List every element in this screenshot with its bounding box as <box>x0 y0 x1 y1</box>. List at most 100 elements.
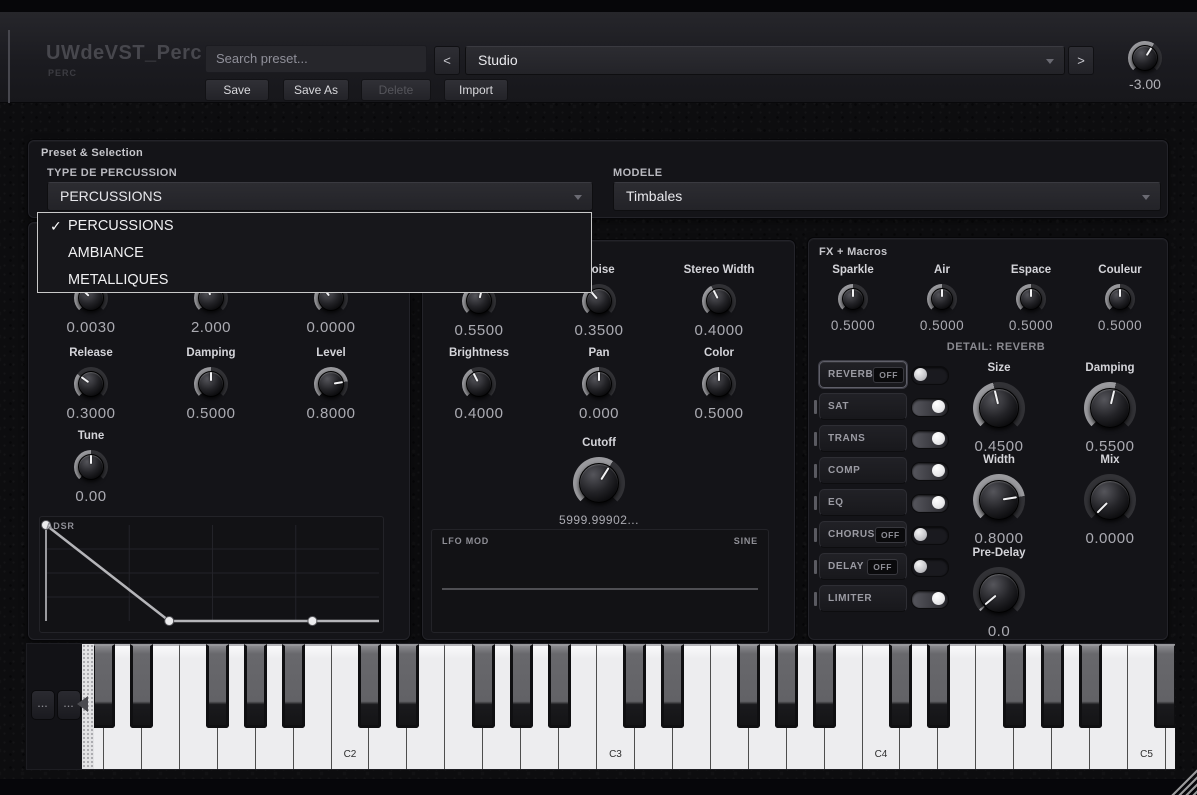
toggle-ball-icon <box>914 528 927 541</box>
reverb-width-dial[interactable] <box>973 474 1025 526</box>
toggle-ball-icon <box>914 368 927 381</box>
import-button[interactable]: Import <box>444 79 508 101</box>
octave-label: C3 <box>609 749 622 760</box>
piano-black-key-G#4[interactable] <box>1040 644 1064 728</box>
fx-reverb-button[interactable]: REVERB OFF <box>819 361 907 388</box>
fx-macros-panel: FX + Macros Sparkle 0.5000 Air 0.5000 Es… <box>808 238 1168 640</box>
tone-params-panel: 0.5500 Noise 0.3500 Stereo Width 0.4000 … <box>422 240 795 640</box>
reverb-mix-knob: Mix 0.0000 <box>1084 454 1136 547</box>
dropdown-option-percussions[interactable]: ✓ PERCUSSIONS <box>38 213 591 240</box>
fx-comp-button[interactable]: COMP <box>814 457 907 484</box>
reverb-predelay-dial[interactable] <box>973 567 1025 619</box>
octave-label: C2 <box>343 749 357 760</box>
espace-knob-dial[interactable] <box>1016 284 1046 314</box>
color-knob-dial[interactable] <box>702 367 736 401</box>
piano-black-key-A#2[interactable] <box>547 644 571 728</box>
keyboard-controls: ... ... <box>27 644 82 769</box>
output-volume-knob[interactable] <box>1128 41 1162 75</box>
couleur-knob-dial[interactable] <box>1105 284 1135 314</box>
preset-selection-panel: Preset & Selection TYPE DE PERCUSSION PE… <box>28 140 1168 218</box>
lfo-mod-label: LFO MOD <box>442 536 490 546</box>
piano-black-key-G#2[interactable] <box>509 644 533 728</box>
piano-black-key-C#5[interactable] <box>1154 644 1175 728</box>
fx-delay-button[interactable]: DELAY OFF <box>814 553 907 580</box>
level-knob: Level 0.8000 <box>306 347 356 422</box>
fx-limiter-button[interactable]: LIMITER <box>814 585 907 612</box>
piano-black-key-A#1[interactable] <box>282 644 306 728</box>
bottom-black-strip <box>0 779 1197 795</box>
piano-black-key-F#1[interactable] <box>206 644 230 728</box>
piano-black-key-C#4[interactable] <box>888 644 912 728</box>
piano-black-key-G#3[interactable] <box>775 644 799 728</box>
reverb-damping-knob: Damping 0.5500 <box>1084 362 1136 455</box>
adsr-envelope-display[interactable]: ADSR <box>39 516 384 633</box>
type-de-percussion-dropdown[interactable]: PERCUSSIONS <box>47 182 593 211</box>
dropdown-option-metalliques[interactable]: METALLIQUES <box>38 267 591 294</box>
piano-black-key-D#3[interactable] <box>661 644 685 728</box>
piano-black-key-C#2[interactable] <box>357 644 381 728</box>
release-knob-dial[interactable] <box>74 367 108 401</box>
off-badge: OFF <box>874 526 906 543</box>
piano-black-key-A#4[interactable] <box>1078 644 1102 728</box>
piano-black-key-F#4[interactable] <box>1002 644 1026 728</box>
piano-black-key-D#1[interactable] <box>130 644 154 728</box>
output-volume-value: -3.00 <box>1129 76 1161 92</box>
fx-eq-button[interactable]: EQ <box>814 489 907 516</box>
pan-knob: Pan 0.000 <box>578 347 620 422</box>
reverb-size-dial[interactable] <box>973 382 1025 434</box>
detail-title: DETAIL: REVERB <box>946 341 1046 353</box>
brightness-knob: Brightness 0.4000 <box>448 347 510 422</box>
type-dropdown-popup: ✓ PERCUSSIONS AMBIANCE METALLIQUES <box>37 212 592 293</box>
level-knob-dial[interactable] <box>314 367 348 401</box>
save-as-button[interactable]: Save As <box>283 79 349 101</box>
dropdown-option-ambiance[interactable]: AMBIANCE <box>38 240 591 267</box>
reverb-predelay-knob: Pre-Delay 0.0 <box>972 547 1026 640</box>
brightness-knob-dial[interactable] <box>462 367 496 401</box>
reverb-damping-dial[interactable] <box>1084 382 1136 434</box>
preset-section-title: Preset & Selection <box>41 147 143 159</box>
piano-black-key-D#2[interactable] <box>395 644 419 728</box>
release-knob: Release 0.3000 <box>66 347 116 422</box>
modele-dropdown[interactable]: Timbales <box>613 182 1161 211</box>
fx-sat-button[interactable]: SAT <box>814 393 907 420</box>
fx-section-title: FX + Macros <box>819 246 888 258</box>
reverb-mix-dial[interactable] <box>1084 474 1136 526</box>
preset-dropdown[interactable]: Studio <box>465 46 1065 75</box>
octave-label: C5 <box>1140 749 1153 760</box>
search-input[interactable]: Search preset... <box>205 45 427 73</box>
checkmark-icon: ✓ <box>50 218 62 234</box>
sparkle-knob-dial[interactable] <box>838 284 868 314</box>
toolbar-edge-highlight <box>8 30 10 103</box>
plugin-window: UWdeVST_Perc PERC Search preset... Save … <box>0 0 1197 795</box>
piano-black-key-D#4[interactable] <box>926 644 950 728</box>
piano-black-key-G#1[interactable] <box>244 644 268 728</box>
damping-knob-dial[interactable] <box>194 367 228 401</box>
chevron-down-icon <box>1046 59 1054 64</box>
piano-black-key-F#3[interactable] <box>737 644 761 728</box>
fx-chorus-button[interactable]: CHORUS OFF <box>814 521 907 548</box>
air-knob-dial[interactable] <box>927 284 957 314</box>
save-button[interactable]: Save <box>205 79 269 101</box>
piano-black-key-C#1[interactable] <box>94 644 116 728</box>
plugin-title: UWdeVST_Perc <box>46 42 203 64</box>
off-badge: OFF <box>873 366 905 383</box>
adsr-label: ADSR <box>46 521 75 531</box>
modele-dropdown-value: Timbales <box>626 188 683 204</box>
modele-label: MODELE <box>613 167 663 179</box>
cutoff-knob-dial[interactable] <box>573 457 625 509</box>
stereo-width-knob-dial[interactable] <box>702 284 736 318</box>
next-preset-button[interactable]: > <box>1068 46 1094 75</box>
chevron-down-icon <box>1142 195 1150 200</box>
delete-button[interactable]: Delete <box>361 79 431 101</box>
piano-black-key-C#3[interactable] <box>623 644 647 728</box>
piano-black-key-F#2[interactable] <box>471 644 495 728</box>
keyboard-options-button-1[interactable]: ... <box>31 690 55 720</box>
pan-knob-dial[interactable] <box>582 367 616 401</box>
type-dropdown-value: PERCUSSIONS <box>60 188 162 204</box>
cutoff-knob: Cutoff 5999.99902... <box>559 437 639 527</box>
tune-knob-dial[interactable] <box>74 450 108 484</box>
tune-knob: Tune 0.00 <box>74 430 108 505</box>
prev-preset-button[interactable]: < <box>434 46 460 75</box>
fx-trans-button[interactable]: TRANS <box>814 425 907 452</box>
piano-black-key-A#3[interactable] <box>813 644 837 728</box>
